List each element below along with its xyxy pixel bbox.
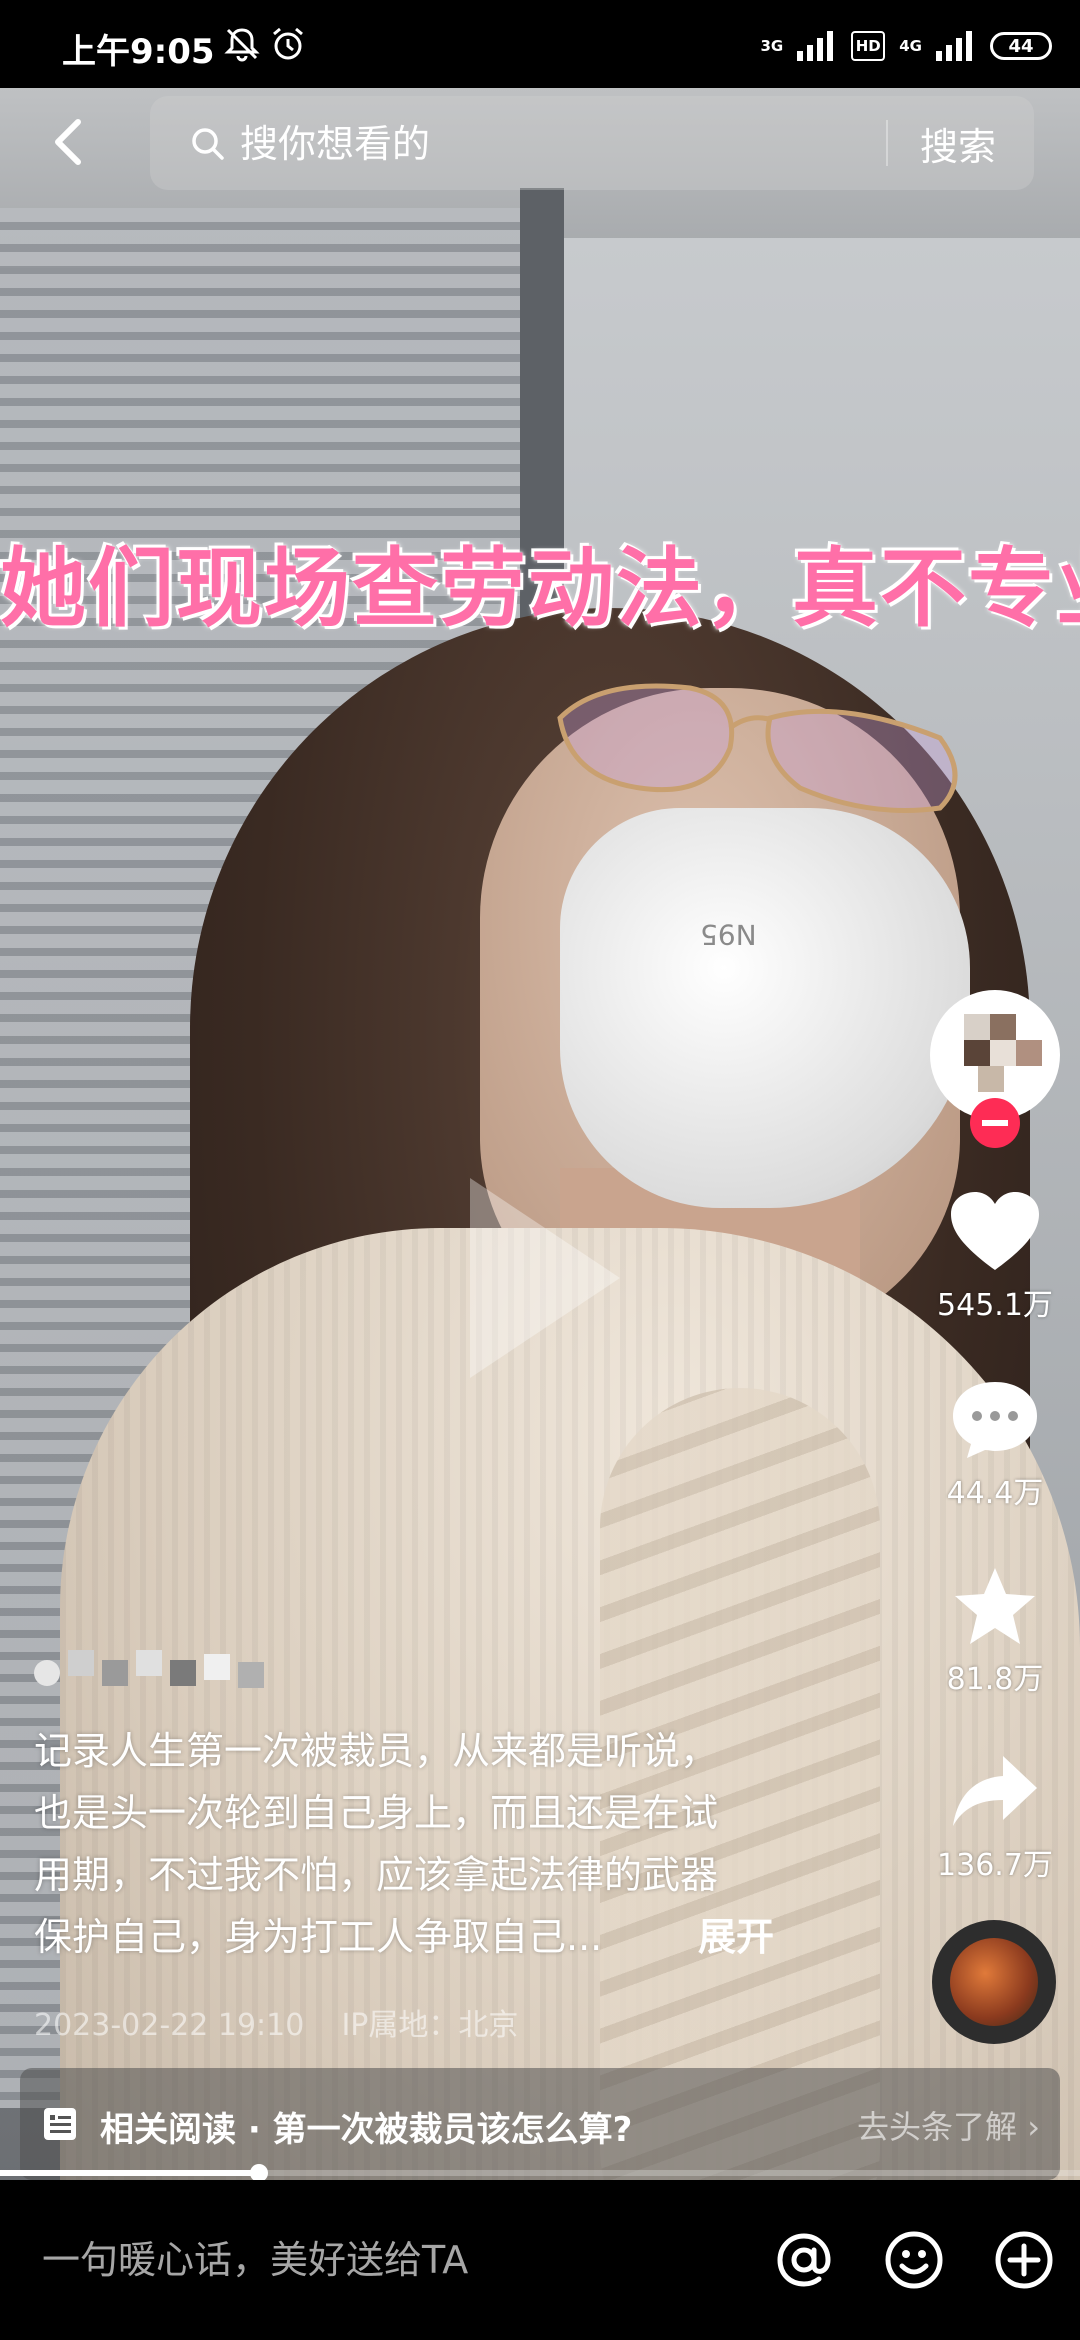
ip-location: IP属地：北京	[341, 2008, 519, 2043]
hd-badge: HD	[851, 31, 886, 61]
share-button[interactable]: 136.7万	[920, 1750, 1070, 1884]
avatar-blur	[990, 1014, 1016, 1040]
music-cover	[950, 1938, 1038, 2026]
mask-label: N95	[700, 918, 757, 951]
avatar-blur	[990, 1040, 1016, 1066]
star-icon	[955, 1568, 1035, 1644]
like-count: 545.1万	[937, 1288, 1053, 1323]
description-line: 记录人生第一次被裁员，从来都是听说，	[34, 1729, 719, 1773]
network-4g-label: 4G	[899, 36, 922, 55]
share-count: 136.7万	[937, 1848, 1053, 1883]
plus-icon[interactable]	[992, 2228, 1056, 2292]
name-blur	[204, 1654, 230, 1680]
name-blur	[136, 1650, 162, 1676]
glasses	[557, 683, 958, 813]
name-blur	[34, 1660, 60, 1686]
search-icon	[192, 128, 224, 160]
author-name-blurred[interactable]	[34, 1640, 264, 1698]
avatar-blur	[978, 1066, 1004, 1092]
comment-input[interactable]	[40, 2226, 744, 2294]
favorite-button[interactable]: 81.8万	[920, 1564, 1070, 1698]
video-caption: 她们现场查劳动法，真不专业	[0, 539, 1080, 639]
music-disc[interactable]	[932, 1920, 1056, 2044]
avatar-blur	[964, 1014, 990, 1040]
plus-icon	[982, 1120, 1008, 1126]
description-line: 也是头一次轮到自己身上，而且还是在试	[34, 1791, 719, 1835]
name-blur	[170, 1660, 196, 1686]
name-blur	[68, 1650, 94, 1676]
comment-bar	[0, 2180, 1080, 2340]
name-blur	[102, 1660, 128, 1686]
comment-icon	[953, 1382, 1037, 1458]
progress-fill	[0, 2170, 260, 2176]
post-meta: 2023-02-22 19:10 IP属地：北京	[34, 2000, 518, 2044]
share-icon	[953, 1756, 1037, 1826]
related-reading-text: 相关阅读 · 第一次被裁员该怎么算?	[100, 2110, 633, 2150]
signal-icon	[936, 31, 972, 61]
search-button[interactable]: 搜索	[920, 116, 996, 171]
at-icon[interactable]	[772, 2228, 836, 2292]
comment-button[interactable]: 44.4万	[920, 1378, 1070, 1512]
signal-icon	[797, 31, 834, 61]
search-input[interactable]	[238, 114, 742, 174]
mute-bell-icon	[224, 28, 260, 62]
like-button[interactable]: 545.1万	[920, 1190, 1070, 1324]
heart-icon	[951, 1192, 1039, 1270]
avatar-blur	[964, 1040, 990, 1066]
expand-button[interactable]: 展开	[698, 1906, 774, 1961]
related-reading-link[interactable]: 去头条了解 ›	[857, 2102, 1040, 2148]
follow-button[interactable]	[970, 1098, 1020, 1148]
favorite-count: 81.8万	[946, 1662, 1044, 1697]
comment-count: 44.4万	[946, 1476, 1044, 1511]
battery-level: 44	[1008, 36, 1034, 57]
status-right: 3G HD 4G 44	[760, 26, 1052, 66]
network-3g-label: 3G	[760, 36, 784, 55]
play-icon[interactable]	[470, 1178, 620, 1378]
alarm-icon	[273, 27, 303, 60]
emoji-icon[interactable]	[882, 2228, 946, 2292]
status-time: 上午9:05	[62, 32, 215, 72]
video-progress-bar[interactable]	[0, 2164, 1080, 2182]
name-blur	[238, 1662, 264, 1688]
search-bar[interactable]: 搜索	[150, 96, 1034, 190]
avatar-blur	[1016, 1040, 1042, 1066]
description-line: 用期，不过我不怕，应该拿起法律的武器	[34, 1853, 719, 1897]
face-mask	[560, 808, 970, 1208]
related-reading-bar[interactable]: 相关阅读 · 第一次被裁员该怎么算? 去头条了解 ›	[20, 2068, 1060, 2180]
article-icon	[44, 2108, 76, 2140]
back-arrow-icon[interactable]	[40, 112, 100, 172]
search-divider	[886, 120, 888, 166]
status-bar: 上午9:05 3G HD 4G 44	[0, 0, 1080, 88]
post-timestamp: 2023-02-22 19:10	[34, 2008, 305, 2043]
battery-icon: 44	[990, 32, 1052, 60]
